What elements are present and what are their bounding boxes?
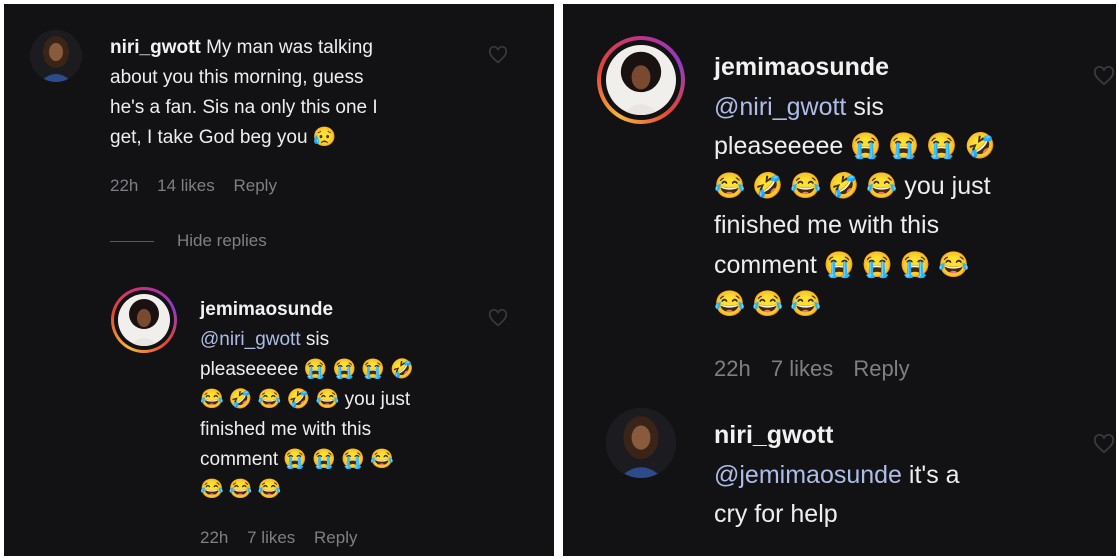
reply-line-5-emojis: 😭 😭 😭 😂	[283, 449, 394, 470]
comment-likes[interactable]: 7 likes	[771, 356, 833, 381]
like-heart-icon[interactable]	[1093, 66, 1115, 86]
jemimaosunde-avatar-ring[interactable]	[597, 36, 685, 124]
comment-likes[interactable]: 14 likes	[157, 176, 215, 195]
reply-line-2-emojis: 😭 😭 😭 🤣	[303, 359, 415, 380]
comment-line-1: My man was talking	[206, 37, 373, 58]
reply-line-1: it's a	[901, 460, 960, 489]
comment-username[interactable]: jemimaosunde	[714, 48, 1104, 88]
reply-meta: 22h 7 likes Reply	[200, 528, 372, 548]
reply-line-2: cry for help	[714, 500, 838, 528]
jemimaosunde-avatar	[606, 45, 676, 115]
comment-line-2: about you this morning, guess	[110, 67, 364, 88]
reply-time: 22h	[200, 528, 229, 547]
comment-reply-button[interactable]: Reply	[853, 356, 909, 381]
comment-reply-button[interactable]: Reply	[233, 176, 276, 195]
comment-username[interactable]: niri_gwott	[110, 37, 201, 58]
like-heart-icon[interactable]	[488, 46, 508, 64]
comment-time: 22h	[714, 356, 751, 381]
comment-mention[interactable]: @niri_gwott	[714, 93, 846, 121]
comment-line-3-emojis: 😂 🤣 😂 🤣 😂	[714, 171, 898, 200]
hide-replies-button[interactable]: Hide replies	[177, 231, 267, 251]
reply-body: niri_gwott @jemimaosunde it's a cry for …	[714, 416, 1104, 535]
comment-body: jemimaosunde @niri_gwott sis pleaseeeee …	[714, 48, 1104, 325]
reply-username[interactable]: niri_gwott	[714, 416, 1104, 456]
comment-line-2-text: pleaseeeee	[714, 132, 844, 160]
comment-line-5-emojis: 😭 😭 😭 😂	[823, 250, 970, 279]
reply-line-3-emojis: 😂 🤣 😂 🤣 😂	[200, 389, 340, 410]
reply-line-5-text: comment	[200, 449, 279, 470]
comment-line-5-text: comment	[714, 250, 817, 279]
comment-line-4: finished me with this	[714, 211, 940, 239]
reply-line-1: sis	[300, 329, 330, 350]
reply-reply-button[interactable]: Reply	[314, 528, 357, 547]
left-screenshot-panel: niri_gwott My man was talking about you …	[4, 4, 554, 556]
reply-line-6-emojis: 😂 😂 😂	[200, 479, 282, 500]
comment-line-1: sis	[846, 92, 884, 121]
jemimaosunde-avatar-ring[interactable]	[111, 287, 177, 353]
reply-likes[interactable]: 7 likes	[247, 528, 295, 547]
comment-line-3-text: you just	[897, 171, 991, 200]
reply-like-heart-icon[interactable]	[1093, 434, 1115, 454]
comment-line-2-emojis: 😭 😭 😭 🤣	[850, 132, 996, 160]
comment-line-4: get, I take God beg you	[110, 127, 308, 148]
reply-line-2-text: pleaseeeee	[200, 359, 299, 380]
comment-body: niri_gwott My man was talking about you …	[110, 33, 540, 153]
hide-replies-divider	[110, 241, 154, 242]
reply-mention[interactable]: @jemimaosunde	[714, 461, 902, 489]
reply-mention[interactable]: @niri_gwott	[200, 329, 301, 350]
comment-meta: 22h 7 likes Reply	[714, 356, 924, 382]
right-screenshot-panel: jemimaosunde @niri_gwott sis pleaseeeee …	[563, 4, 1116, 556]
reply-body: jemimaosunde @niri_gwott sis pleaseeeee …	[200, 295, 490, 505]
reply-like-heart-icon[interactable]	[488, 309, 508, 327]
comment-line-6-emojis: 😂 😂 😂	[714, 290, 822, 318]
niri-gwott-avatar[interactable]	[30, 30, 82, 82]
jemimaosunde-avatar	[118, 294, 170, 346]
comment-time: 22h	[110, 176, 139, 195]
reply-line-3-text: you just	[339, 389, 411, 410]
sad-face-emoji: 😥	[312, 127, 337, 148]
niri-gwott-avatar[interactable]	[606, 408, 676, 478]
reply-username[interactable]: jemimaosunde	[200, 295, 490, 325]
comment-line-3: he's a fan. Sis na only this one I	[110, 97, 378, 118]
comment-meta: 22h 14 likes Reply	[110, 176, 291, 196]
reply-line-4: finished me with this	[200, 419, 372, 440]
